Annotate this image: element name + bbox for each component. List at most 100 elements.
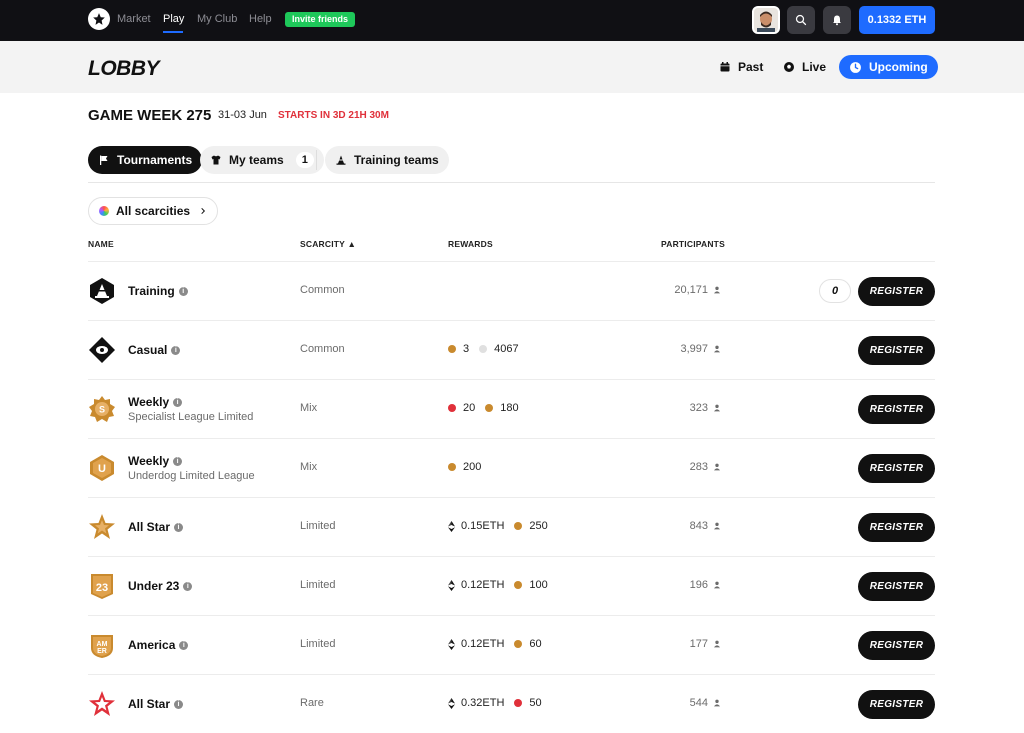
eth-icon — [448, 579, 455, 591]
info-icon[interactable]: i — [173, 456, 183, 466]
soccer-ball-icon — [784, 62, 794, 72]
nav-my-club[interactable]: My Club — [197, 13, 237, 25]
info-icon[interactable]: i — [179, 640, 189, 650]
flag-icon — [100, 155, 108, 165]
segment-past[interactable]: Past — [719, 55, 763, 79]
eth-icon — [448, 638, 455, 650]
register-button[interactable]: REGISTER — [858, 336, 935, 365]
invite-friends-button[interactable]: Invite friends — [285, 12, 356, 27]
calendar-icon — [720, 62, 730, 72]
info-icon[interactable]: i — [174, 522, 184, 532]
info-icon[interactable]: i — [183, 581, 193, 591]
notifications-button[interactable] — [823, 6, 851, 34]
table-row[interactable]: All Star i Rare 0.32ETH 50 544 REGISTER — [88, 674, 935, 733]
info-icon[interactable]: i — [174, 699, 184, 709]
scarcity-value: Common — [300, 343, 345, 355]
segment-live-label: Live — [802, 60, 827, 74]
register-button[interactable]: REGISTER — [858, 277, 935, 306]
rewards-cell: 0.32ETH 50 — [448, 697, 542, 709]
participants-value: 20,171 — [674, 284, 708, 296]
register-button[interactable]: REGISTER — [858, 690, 935, 719]
segment-upcoming[interactable]: Upcoming — [839, 55, 938, 79]
scarcity-value: Limited — [300, 638, 336, 650]
reward-value: 50 — [529, 697, 542, 709]
tournament-subtitle: Specialist League Limited — [128, 411, 254, 423]
rewards-cell: 200 — [448, 461, 481, 473]
top-nav: Market Play My Club Help Invite friends … — [0, 0, 1024, 41]
tournament-name: America — [128, 638, 176, 652]
register-button[interactable]: REGISTER — [858, 572, 935, 601]
person-icon — [714, 345, 720, 353]
nav-play[interactable]: Play — [163, 13, 184, 25]
table-row[interactable]: S Weekly i Specialist League Limited Mix … — [88, 379, 935, 438]
search-button[interactable] — [787, 6, 815, 34]
participants-value: 177 — [689, 638, 708, 650]
search-icon — [795, 14, 807, 26]
chevron-right-icon — [201, 207, 206, 215]
table-row[interactable]: U Weekly i Underdog Limited League Mix 20… — [88, 438, 935, 497]
person-icon — [714, 522, 720, 530]
tab-training-teams-label: Training teams — [354, 153, 439, 167]
nav-market[interactable]: Market — [117, 13, 151, 25]
participants-value: 196 — [689, 579, 708, 591]
col-header-scarcity[interactable]: SCARCITY ▲ — [300, 239, 356, 249]
table-row[interactable]: 23 Under 23 i Limited 0.12ETH 100 196 REG… — [88, 556, 935, 615]
info-icon[interactable]: i — [171, 345, 181, 355]
col-header-name: NAME — [88, 239, 114, 249]
tournament-name: Under 23 — [128, 579, 180, 593]
limited-coin-icon — [485, 404, 494, 412]
col-header-rewards: REWARDS — [448, 239, 493, 249]
register-button[interactable]: REGISTER — [858, 395, 935, 424]
game-week-countdown: STARTS IN 3D 21H 30M — [278, 110, 389, 121]
sorare-logo-icon[interactable] — [88, 8, 110, 30]
tab-my-teams-label: My teams — [229, 153, 284, 167]
scarcity-value: Mix — [300, 461, 318, 473]
limited-coin-icon — [448, 345, 456, 353]
person-icon — [714, 404, 720, 412]
table-row[interactable]: Casual i Common 3 4067 3,997 REGISTER — [88, 320, 935, 379]
limited-coin-icon — [514, 522, 523, 530]
nav-help[interactable]: Help — [249, 13, 272, 25]
tournament-name: Weekly — [128, 454, 170, 468]
reward-value: 0.32ETH — [461, 697, 505, 709]
participants-value: 3,997 — [680, 343, 708, 355]
rewards-cell: 0.12ETH 100 — [448, 579, 548, 591]
table-row[interactable]: Training i Common 20,171 0 REGISTER — [88, 261, 935, 320]
rewards-cell: 3 4067 — [448, 343, 519, 355]
bell-icon — [833, 15, 841, 26]
reward-value: 200 — [463, 461, 482, 473]
under-23-badge-icon: 23 — [91, 574, 113, 599]
svg-text:S: S — [99, 405, 105, 415]
limited-coin-icon — [514, 640, 523, 648]
tournament-name: Training — [128, 284, 175, 298]
reward-value: 250 — [529, 520, 548, 532]
reward-value: 0.12ETH — [461, 638, 505, 650]
rare-coin-icon — [448, 404, 456, 412]
tournament-name: All Star — [128, 520, 171, 534]
register-button[interactable]: REGISTER — [858, 454, 935, 483]
wallet-balance-button[interactable]: 0.1332 ETH — [859, 6, 935, 34]
reward-value: 100 — [529, 579, 548, 591]
participants-count: 20,171 — [674, 284, 721, 296]
svg-text:U: U — [98, 463, 106, 475]
person-icon — [714, 640, 720, 648]
info-icon[interactable]: i — [178, 286, 188, 296]
register-button[interactable]: REGISTER — [858, 631, 935, 660]
user-avatar[interactable] — [752, 6, 780, 34]
tab-training-teams[interactable]: Training teams — [325, 146, 449, 174]
svg-text:AMER: AM ER — [97, 641, 108, 655]
participants-value: 283 — [689, 461, 708, 473]
register-button[interactable]: REGISTER — [858, 513, 935, 542]
eth-icon — [448, 697, 455, 709]
rewards-cell: 0.12ETH 60 — [448, 638, 542, 650]
segment-live[interactable]: Live — [783, 55, 826, 79]
info-icon[interactable]: i — [173, 397, 183, 407]
tab-my-teams[interactable]: My teams 1 — [200, 146, 324, 174]
table-row[interactable]: AM ER America i Limited 0.12ETH 60 177 REG… — [88, 615, 935, 674]
segment-past-label: Past — [738, 60, 764, 74]
tab-tournaments[interactable]: Tournaments — [88, 146, 203, 174]
tournament-name: Casual — [128, 343, 168, 357]
scarcity-filter-dropdown[interactable]: All scarcities — [88, 197, 219, 225]
table-row[interactable]: All Star i Limited 0.15ETH 250 843 REGIST… — [88, 497, 935, 556]
reward-value: 180 — [500, 402, 519, 414]
